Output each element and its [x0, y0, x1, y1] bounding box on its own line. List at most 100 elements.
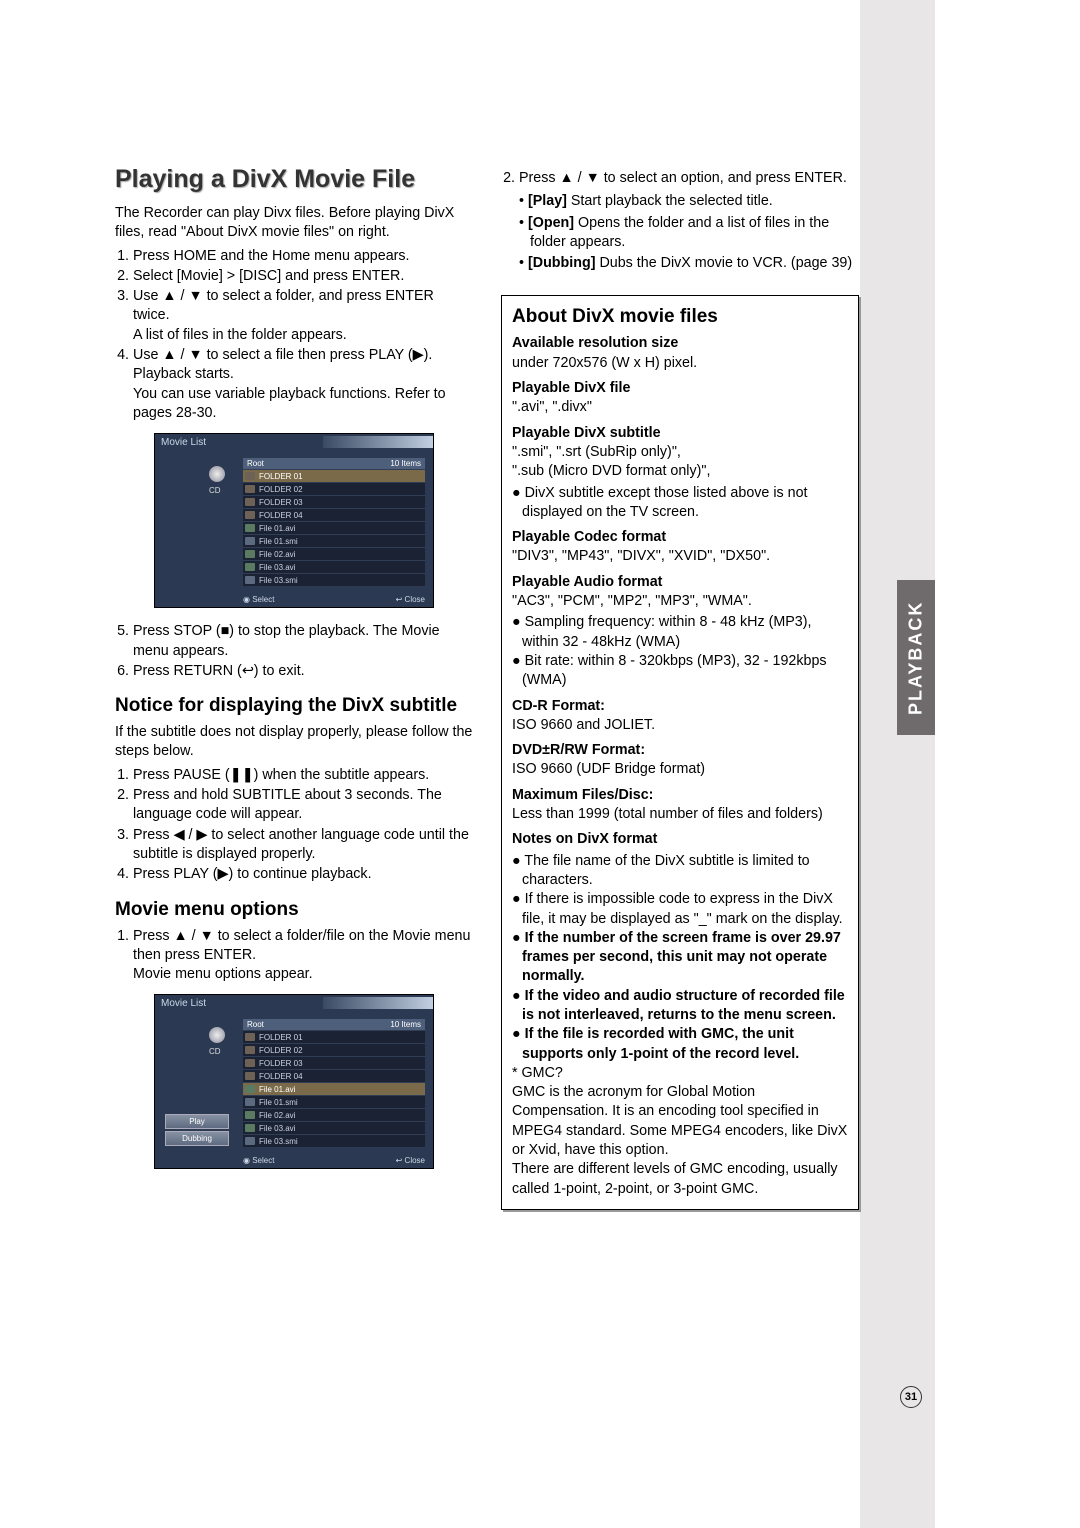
- ss-row-label: FOLDER 01: [259, 472, 303, 481]
- file-icon: [245, 1137, 255, 1145]
- ss-context-menu: Play Dubbing: [165, 1112, 229, 1146]
- menu-steps: Press ▲ / ▼ to select a folder/file on t…: [115, 927, 473, 985]
- note-1: ● The file name of the DivX subtitle is …: [512, 852, 848, 891]
- movie-list-screenshot: Movie List CD Root 10 Items FOLDER 01 FO…: [154, 433, 434, 608]
- ss-row: FOLDER 03: [243, 1056, 425, 1069]
- spec-audio-text: "AC3", "PCM", "MP2", "MP3", "WMA".: [512, 592, 848, 611]
- step-4-sub: You can use variable playback functions.…: [133, 386, 446, 421]
- ss-row-label: FOLDER 03: [259, 498, 303, 507]
- note-2: ● If there is impossible code to express…: [512, 890, 848, 929]
- folder-icon: [245, 485, 255, 493]
- cd-label: CD: [209, 1047, 221, 1056]
- ss-list: Root 10 Items FOLDER 01 FOLDER 02 FOLDER…: [243, 458, 425, 586]
- step-4: Use ▲ / ▼ to select a file then press PL…: [133, 346, 473, 423]
- note-4-text: If the video and audio structure of reco…: [522, 988, 845, 1023]
- file-icon: [245, 1098, 255, 1106]
- ss-row-label: File 02.avi: [259, 1111, 295, 1120]
- file-icon: [245, 563, 255, 571]
- option-open: • [Open] Opens the folder and a list of …: [519, 214, 859, 253]
- ss-row-label: FOLDER 04: [259, 1072, 303, 1081]
- option-play: • [Play] Start playback the selected tit…: [519, 192, 859, 211]
- ss-count: 10 Items: [390, 1020, 421, 1029]
- spec-audio-b2: ● Bit rate: within 8 - 320kbps (MP3), 32…: [512, 652, 848, 691]
- spec-sub-head: Playable DivX subtitle: [512, 424, 848, 443]
- heading-about-divx: About DivX movie files: [512, 306, 848, 328]
- ss-row: File 03.avi: [243, 1121, 425, 1134]
- spec-audio-b1-text: Sampling frequency: within 8 - 48 kHz (M…: [522, 614, 811, 649]
- ss-row: File 03.avi: [243, 560, 425, 573]
- steps-list-b: Press STOP (■) to stop the playback. The…: [115, 622, 473, 681]
- menu-step-1-sub: Movie menu options appear.: [133, 966, 313, 982]
- page-number: 31: [900, 1386, 922, 1408]
- ss-row: FOLDER 01: [243, 469, 425, 482]
- section-tab: PLAYBACK: [897, 580, 935, 735]
- note-3-text: If the number of the screen frame is ove…: [522, 930, 841, 985]
- ss-title: Movie List: [161, 437, 206, 448]
- ss-footer: ◉ Select ↩ Close: [243, 1156, 425, 1165]
- ss-count: 10 Items: [390, 459, 421, 468]
- notice-intro: If the subtitle does not display properl…: [115, 723, 473, 762]
- spec-res-text: under 720x576 (W x H) pixel.: [512, 354, 848, 373]
- note-3: ● If the number of the screen frame is o…: [512, 929, 848, 987]
- heading-notice: Notice for displaying the DivX subtitle: [115, 695, 473, 717]
- note-5-text: If the file is recorded with GMC, the un…: [522, 1026, 799, 1061]
- ss-row-label: File 03.smi: [259, 1137, 298, 1146]
- spec-file-text: ".avi", ".divx": [512, 398, 848, 417]
- file-icon: [245, 1085, 255, 1093]
- folder-icon: [245, 472, 255, 480]
- about-divx-box: About DivX movie files Available resolut…: [501, 295, 859, 1209]
- option-open-label: [Open]: [528, 215, 574, 231]
- ss-title: Movie List: [161, 998, 206, 1009]
- ss-row-label: File 02.avi: [259, 550, 295, 559]
- ss-row-label: File 01.smi: [259, 537, 298, 546]
- page-content: Playing a DivX Movie File The Recorder c…: [115, 165, 860, 1210]
- ss-menu-dubbing: Dubbing: [165, 1131, 229, 1146]
- folder-icon: [245, 1059, 255, 1067]
- folder-icon: [245, 511, 255, 519]
- spec-sub-bullet: ● DivX subtitle except those listed abov…: [512, 484, 848, 523]
- step-3-text: Use ▲ / ▼ to select a folder, and press …: [133, 288, 434, 323]
- ss-list: Root 10 Items FOLDER 01 FOLDER 02 FOLDER…: [243, 1019, 425, 1147]
- folder-icon: [245, 1072, 255, 1080]
- ss-header: Root 10 Items: [243, 1019, 425, 1030]
- spec-max-text: Less than 1999 (total number of files an…: [512, 805, 848, 824]
- step-3: Use ▲ / ▼ to select a folder, and press …: [133, 287, 473, 345]
- ss-row: File 01.avi: [243, 1082, 425, 1095]
- heading-main: Playing a DivX Movie File: [115, 165, 473, 194]
- file-icon: [245, 1111, 255, 1119]
- heading-menu-options: Movie menu options: [115, 899, 473, 921]
- ss-row-label: FOLDER 04: [259, 511, 303, 520]
- ss-row-label: File 01.avi: [259, 524, 295, 533]
- menu-step-1-text: Press ▲ / ▼ to select a folder/file on t…: [133, 928, 470, 963]
- ss-row: FOLDER 01: [243, 1030, 425, 1043]
- file-icon: [245, 524, 255, 532]
- ss-row-label: File 03.smi: [259, 576, 298, 585]
- ss-row-label: FOLDER 02: [259, 1046, 303, 1055]
- menu-steps-cont: Press ▲ / ▼ to select an option, and pre…: [501, 169, 859, 188]
- gmc-question: * GMC?: [512, 1064, 848, 1083]
- ss-row: File 01.avi: [243, 521, 425, 534]
- folder-icon: [245, 1033, 255, 1041]
- ss-gradient: [323, 997, 433, 1009]
- spec-dvd-text: ISO 9660 (UDF Bridge format): [512, 760, 848, 779]
- ss-row: FOLDER 02: [243, 482, 425, 495]
- ss-row: File 01.smi: [243, 534, 425, 547]
- note-2-text: If there is impossible code to express i…: [522, 891, 843, 926]
- ss-root: Root: [247, 459, 264, 468]
- spec-cdr-text: ISO 9660 and JOLIET.: [512, 716, 848, 735]
- note-4: ● If the video and audio structure of re…: [512, 987, 848, 1026]
- step-1: Press HOME and the Home menu appears.: [133, 247, 473, 266]
- spec-audio-head: Playable Audio format: [512, 573, 848, 592]
- file-icon: [245, 537, 255, 545]
- notice-2: Press and hold SUBTITLE about 3 seconds.…: [133, 786, 473, 825]
- left-column: Playing a DivX Movie File The Recorder c…: [115, 165, 473, 1210]
- spec-codec-text: "DIV3", "MP43", "DIVX", "XVID", "DX50".: [512, 547, 848, 566]
- spec-res-head: Available resolution size: [512, 334, 848, 353]
- ss-row-label: FOLDER 02: [259, 485, 303, 494]
- step-5: Press STOP (■) to stop the playback. The…: [133, 622, 473, 661]
- spec-file-head: Playable DivX file: [512, 379, 848, 398]
- cd-label: CD: [209, 486, 221, 495]
- spec-sub-bullet-text: DivX subtitle except those listed above …: [522, 485, 808, 520]
- gmc-para-2: There are different levels of GMC encodi…: [512, 1160, 848, 1199]
- right-column: Press ▲ / ▼ to select an option, and pre…: [501, 165, 859, 1210]
